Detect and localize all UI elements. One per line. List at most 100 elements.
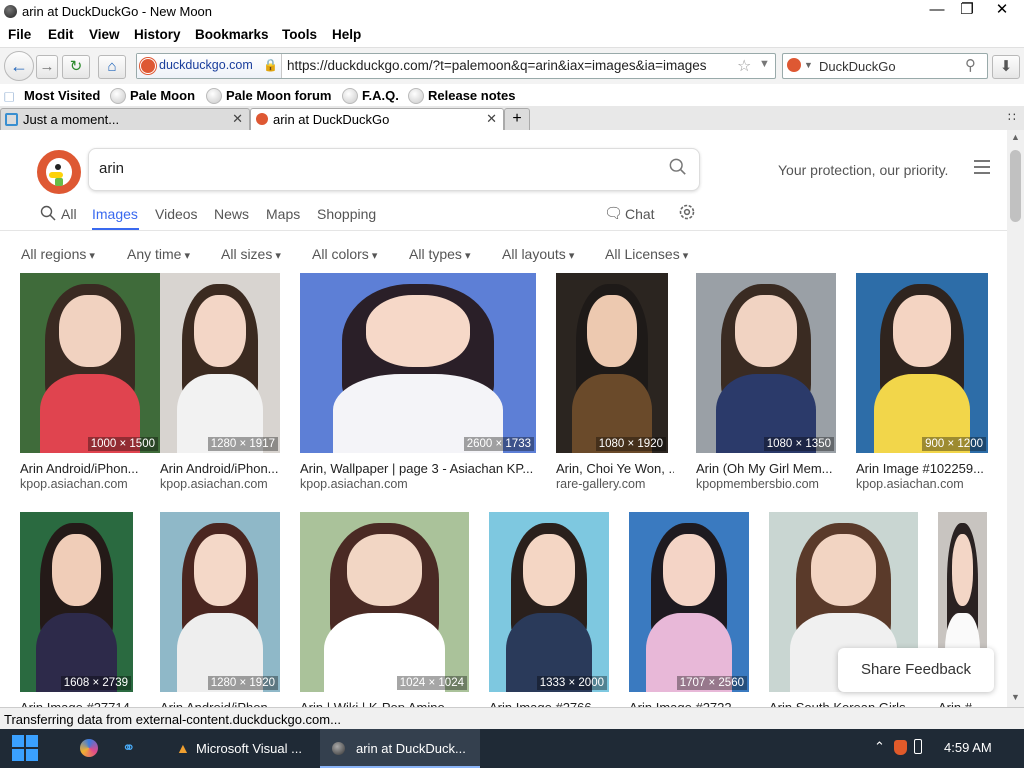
result-thumbnail[interactable]: 1333 × 2000 <box>489 512 609 692</box>
tab-maps[interactable]: Maps <box>266 206 300 222</box>
result-source[interactable]: kpopmembersbio.com <box>696 477 819 491</box>
image-result[interactable]: 1333 × 2000Arin Image #2766... <box>489 512 609 707</box>
result-title[interactable]: Arin Android/iPhon... <box>160 461 286 476</box>
copilot-icon[interactable] <box>80 739 98 757</box>
image-result[interactable]: 1280 × 1917 Arin Android/iPhon... kpop.asi… <box>160 273 280 503</box>
image-result[interactable]: 1280 × 1920Arin Android/iPhon... <box>160 512 280 707</box>
vertical-scrollbar[interactable]: ▲ ▼ <box>1007 130 1024 707</box>
image-result[interactable]: 1080 × 1350 Arin (Oh My Girl Mem... kpopme… <box>696 273 836 503</box>
site-identity-button[interactable]: duckduckgo.com 🔒 <box>137 54 282 78</box>
result-thumbnail[interactable]: 1280 × 1917 <box>160 273 280 453</box>
image-result[interactable]: 1707 × 2560Arin Image #2722... <box>629 512 749 707</box>
tab-chat[interactable]: Chat <box>625 206 655 222</box>
bookmark-faq[interactable]: F.A.Q. <box>362 88 399 103</box>
tab-all[interactable]: All <box>61 206 77 222</box>
result-title[interactable]: Arin #... <box>938 700 993 707</box>
result-thumbnail[interactable]: 1080 × 1920 <box>556 273 668 453</box>
tab-arin-ddg[interactable]: arin at DuckDuckGo ✕ <box>250 108 504 131</box>
scrollbar-thumb[interactable] <box>1010 150 1021 222</box>
tab-close-icon[interactable]: ✕ <box>232 111 243 127</box>
home-button[interactable]: ⌂ <box>98 55 126 79</box>
back-button[interactable]: ← <box>4 51 34 81</box>
result-title[interactable]: Arin South Korean Girls... <box>769 700 924 707</box>
result-thumbnail[interactable]: 1608 × 2739 <box>20 512 133 692</box>
result-thumbnail[interactable]: 1080 × 1350 <box>696 273 836 453</box>
result-title[interactable]: Arin | Wiki | K-Pop Amino <box>300 700 475 707</box>
result-title[interactable]: Arin Image #2766... <box>489 700 615 707</box>
minimize-icon[interactable]: — <box>920 0 954 22</box>
edge-icon[interactable]: ⚭ <box>122 738 135 758</box>
maximize-icon[interactable]: ❐ <box>950 0 984 22</box>
filter-colors[interactable]: All colors <box>312 246 377 262</box>
filter-regions[interactable]: All regions <box>21 246 95 262</box>
bookmark-pale-moon-forum[interactable]: Pale Moon forum <box>226 88 331 103</box>
battery-icon[interactable] <box>914 739 922 754</box>
duckduckgo-logo[interactable] <box>37 150 81 194</box>
tab-shopping[interactable]: Shopping <box>317 206 376 222</box>
close-icon[interactable]: ✕ <box>985 0 1019 22</box>
hamburger-menu-icon[interactable] <box>974 160 990 174</box>
result-thumbnail[interactable]: 1024 × 1024 <box>300 512 469 692</box>
taskbar-item-browser[interactable]: arin at DuckDuck... <box>320 729 480 768</box>
downloads-button[interactable]: ⬇ <box>992 55 1020 79</box>
bookmark-pale-moon[interactable]: Pale Moon <box>130 88 195 103</box>
result-thumbnail[interactable]: 1707 × 2560 <box>629 512 749 692</box>
image-result[interactable]: 1024 × 1024Arin | Wiki | K-Pop Amino <box>300 512 469 707</box>
chevron-up-icon[interactable]: ⌃ <box>874 739 885 755</box>
share-feedback-button[interactable]: Share Feedback <box>838 648 994 692</box>
image-result[interactable]: 1608 × 2739 Arin Image #27714... <box>20 512 139 707</box>
image-result[interactable]: 1080 × 1920 Arin, Choi Ye Won, ... rare-ga… <box>556 273 674 503</box>
search-bar[interactable]: ▼ DuckDuckGo ⚲ <box>782 53 988 79</box>
result-title[interactable]: Arin, Wallpaper | page 3 - Asiachan KP..… <box>300 461 542 476</box>
clock[interactable]: 4:59 AM <box>944 740 992 755</box>
result-title[interactable]: Arin (Oh My Girl Mem... <box>696 461 842 476</box>
result-source[interactable]: rare-gallery.com <box>556 477 645 491</box>
scroll-up-icon[interactable]: ▲ <box>1011 132 1020 142</box>
image-result[interactable]: 1000 × 1500 Arin Android/iPhon... kpop.asi… <box>20 273 160 503</box>
chat-bubble-icon[interactable]: 🗨 <box>604 204 623 222</box>
filter-types[interactable]: All types <box>409 246 471 262</box>
address-bar[interactable]: duckduckgo.com 🔒 https://duckduckgo.com/… <box>136 53 776 79</box>
menu-history[interactable]: History <box>134 27 181 42</box>
menu-view[interactable]: View <box>89 27 120 42</box>
result-title[interactable]: Arin Image #2722... <box>629 700 755 707</box>
result-thumbnail[interactable]: 2600 × 1733 <box>300 273 536 453</box>
result-title[interactable]: Arin, Choi Ye Won, ... <box>556 461 674 476</box>
result-title[interactable]: Arin Android/iPhon... <box>160 700 286 707</box>
image-result[interactable]: 2600 × 1733 Arin, Wallpaper | page 3 - As… <box>300 273 536 503</box>
dropdown-arrow-icon[interactable]: ▼ <box>759 58 770 70</box>
result-source[interactable]: kpop.asiachan.com <box>856 477 964 491</box>
search-icon[interactable] <box>669 158 687 176</box>
query-text[interactable]: arin <box>99 160 124 177</box>
result-title[interactable]: Arin Image #102259... <box>856 461 994 476</box>
start-button[interactable] <box>12 735 40 763</box>
bookmark-most-visited[interactable]: Most Visited <box>24 88 100 103</box>
tab-just-a-moment[interactable]: Just a moment... ✕ <box>0 108 250 131</box>
tab-close-icon[interactable]: ✕ <box>486 111 497 127</box>
brave-shield-icon[interactable] <box>894 740 907 755</box>
result-title[interactable]: Arin Android/iPhon... <box>20 461 166 476</box>
menu-bookmarks[interactable]: Bookmarks <box>195 27 269 42</box>
tab-news[interactable]: News <box>214 206 249 222</box>
result-thumbnail[interactable]: 1280 × 1920 <box>160 512 280 692</box>
search-engine-icon[interactable] <box>787 58 801 72</box>
gear-icon[interactable] <box>678 203 696 221</box>
result-title[interactable]: Arin Image #27714... <box>20 700 139 707</box>
menu-tools[interactable]: Tools <box>282 27 317 42</box>
new-tab-button[interactable]: + <box>504 108 530 131</box>
result-source[interactable]: kpop.asiachan.com <box>160 477 268 491</box>
result-thumbnail[interactable]: 900 × 1200 <box>856 273 988 453</box>
scroll-down-icon[interactable]: ▼ <box>1011 692 1020 702</box>
forward-button[interactable]: → <box>36 55 58 79</box>
filter-sizes[interactable]: All sizes <box>221 246 281 262</box>
menu-edit[interactable]: Edit <box>48 27 74 42</box>
tab-videos[interactable]: Videos <box>155 206 198 222</box>
tab-images[interactable]: Images <box>92 206 138 222</box>
result-source[interactable]: kpop.asiachan.com <box>300 477 408 491</box>
result-source[interactable]: kpop.asiachan.com <box>20 477 128 491</box>
filter-layouts[interactable]: All layouts <box>502 246 574 262</box>
menu-help[interactable]: Help <box>332 27 361 42</box>
star-icon[interactable]: ☆ <box>737 56 751 76</box>
reload-button[interactable]: ↻ <box>62 55 90 79</box>
filter-licenses[interactable]: All Licenses <box>605 246 688 262</box>
